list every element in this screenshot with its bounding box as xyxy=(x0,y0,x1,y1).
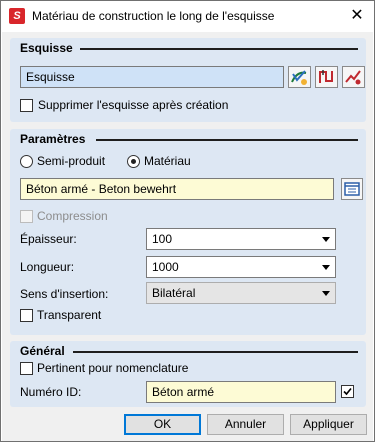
cancel-button[interactable]: Annuler xyxy=(207,414,284,435)
section-rule xyxy=(80,48,358,50)
sens-insertion-select[interactable]: Bilatéral xyxy=(146,282,336,304)
window-title: Matériau de construction le long de l'es… xyxy=(32,9,275,23)
sens-insertion-value: Bilatéral xyxy=(152,286,196,300)
section-parametres: Paramètres Semi-produit Matériau Béton a… xyxy=(10,129,366,335)
longueur-combobox[interactable]: 1000 xyxy=(146,256,336,278)
radio-semi-produit-label: Semi-produit xyxy=(37,154,106,168)
new-sketch-button[interactable] xyxy=(342,66,365,88)
new-sketch-icon xyxy=(345,70,361,85)
sens-insertion-label: Sens d'insertion: xyxy=(20,287,109,301)
numero-id-checkbox[interactable] xyxy=(341,385,354,398)
compression-checkbox[interactable] xyxy=(20,210,33,223)
dialog-client: Esquisse Esquisse Supprimer l'esquisse a… xyxy=(2,32,373,441)
section-title-general: Général xyxy=(20,344,65,358)
numero-id-field[interactable]: Béton armé xyxy=(146,381,336,403)
chevron-down-icon xyxy=(322,291,330,296)
material-field[interactable]: Béton armé - Beton bewehrt xyxy=(20,178,334,200)
radio-selected-dot xyxy=(131,159,136,164)
longueur-label: Longueur: xyxy=(20,260,75,274)
section-general: Général Pertinent pour nomenclature Numé… xyxy=(10,341,366,407)
pick-sketch-icon xyxy=(291,70,307,85)
pertinent-checkbox[interactable] xyxy=(20,362,33,375)
compression-label: Compression xyxy=(37,209,108,223)
delete-sketch-label: Supprimer l'esquisse après création xyxy=(38,98,229,112)
chevron-down-icon xyxy=(322,265,330,270)
delete-sketch-checkbox[interactable] xyxy=(20,99,33,112)
dialog-window: S Matériau de construction le long de l'… xyxy=(0,0,375,442)
section-esquisse: Esquisse Esquisse Supprimer l'esquisse a… xyxy=(10,38,366,122)
epaisseur-combobox[interactable]: 100 xyxy=(146,228,336,250)
section-title-parametres: Paramètres xyxy=(20,132,86,146)
material-catalog-button[interactable] xyxy=(341,178,363,200)
pick-sketch-button[interactable] xyxy=(288,66,311,88)
transparent-label: Transparent xyxy=(37,308,102,322)
numero-id-label: Numéro ID: xyxy=(20,385,82,399)
epaisseur-label: Épaisseur: xyxy=(20,232,77,246)
check-icon xyxy=(343,387,352,396)
title-bar: S Matériau de construction le long de l'… xyxy=(1,1,374,32)
radio-materiau-label: Matériau xyxy=(144,154,191,168)
esquisse-field[interactable]: Esquisse xyxy=(20,66,284,88)
radio-materiau[interactable] xyxy=(127,155,140,168)
radio-semi-produit[interactable] xyxy=(20,155,33,168)
epaisseur-value: 100 xyxy=(152,232,173,246)
app-icon: S xyxy=(9,8,25,24)
close-button[interactable]: ✕ xyxy=(340,1,374,31)
transparent-checkbox[interactable] xyxy=(20,309,33,322)
ok-button[interactable]: OK xyxy=(124,414,201,435)
section-rule xyxy=(73,351,358,353)
section-rule xyxy=(96,139,358,141)
longueur-value: 1000 xyxy=(152,260,179,274)
section-title-esquisse: Esquisse xyxy=(20,41,73,55)
edit-sketch-icon xyxy=(319,70,333,83)
apply-button[interactable]: Appliquer xyxy=(290,414,367,435)
catalog-icon xyxy=(344,182,360,196)
edit-sketch-button[interactable] xyxy=(315,66,338,88)
chevron-down-icon xyxy=(322,237,330,242)
pertinent-label: Pertinent pour nomenclature xyxy=(37,361,189,375)
